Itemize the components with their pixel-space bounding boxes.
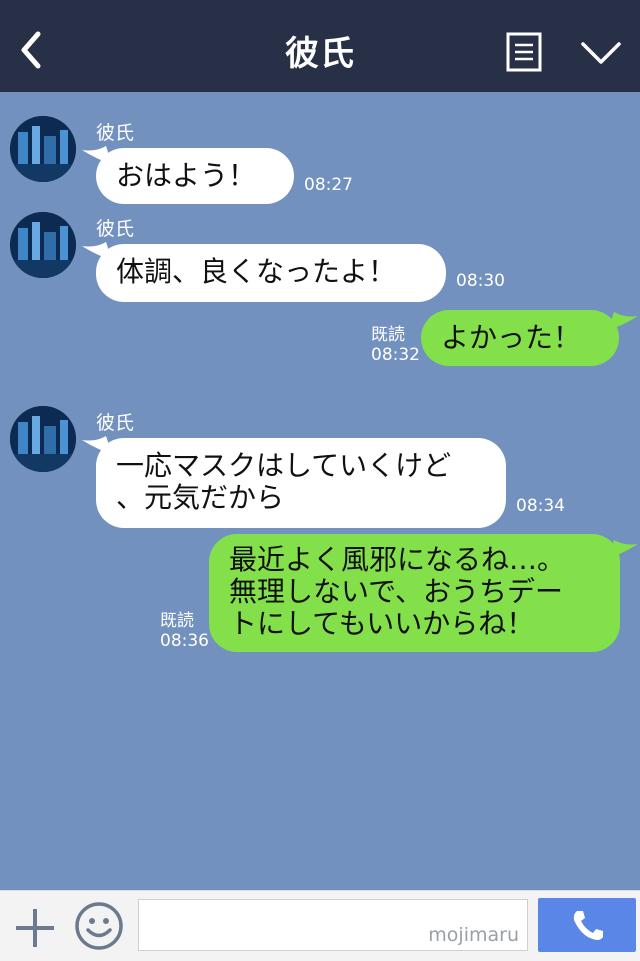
message-input[interactable]: mojimaru (138, 899, 528, 951)
watermark: mojimaru (428, 924, 519, 946)
message-text: おはよう！ (116, 159, 257, 192)
plus-icon[interactable] (14, 907, 56, 949)
sender-name: 彼氏 (96, 218, 135, 240)
chevron-down-icon[interactable] (580, 40, 622, 66)
avatar[interactable] (10, 212, 76, 278)
bubble-tail (608, 312, 638, 330)
sender-name: 彼氏 (96, 122, 135, 144)
menu-icon[interactable] (506, 32, 542, 72)
message-text-line: 無理しないで、おうちデー (229, 575, 564, 608)
call-button[interactable] (538, 898, 636, 952)
message-time: 08:34 (516, 496, 565, 516)
bubble-tail (608, 540, 638, 558)
chat-header: 彼氏 (0, 0, 640, 92)
message-bubble[interactable]: 最近よく風邪になるね…。 無理しないで、おうちデー トにしてもいいからね！ (209, 534, 620, 652)
message-text-line: 最近よく風邪になるね…。 (229, 543, 566, 576)
message-bubble[interactable]: 体調、良くなったよ！ (96, 244, 446, 302)
message-text: よかった！ (441, 321, 582, 354)
message-time: 08:27 (304, 175, 353, 195)
sender-name: 彼氏 (96, 412, 135, 434)
message-text-line: 一応マスクはしていくけど (116, 449, 452, 482)
page-title: 彼氏 (285, 34, 355, 74)
read-status: 既読 08:36 (160, 611, 209, 651)
message-bubble[interactable]: おはよう！ (96, 148, 294, 204)
read-label: 既読 (160, 611, 194, 631)
input-bar: mojimaru (0, 890, 640, 961)
message-time: 08:36 (160, 631, 209, 651)
message-time: 08:30 (456, 271, 505, 291)
message-text: 体調、良くなったよ！ (116, 255, 397, 288)
read-status: 既読 08:32 (371, 325, 420, 365)
avatar[interactable] (10, 116, 76, 182)
phone-icon (573, 911, 603, 940)
message-text-line: 、元気だから (116, 481, 285, 514)
message-text-line: トにしてもいいからね！ (229, 607, 535, 640)
message-bubble[interactable]: 一応マスクはしていくけど 、元気だから (96, 438, 506, 528)
message-time: 08:32 (371, 345, 420, 365)
read-label: 既読 (371, 325, 405, 345)
avatar[interactable] (10, 406, 76, 472)
smiley-icon[interactable] (74, 901, 124, 951)
message-bubble[interactable]: よかった！ (421, 310, 619, 366)
